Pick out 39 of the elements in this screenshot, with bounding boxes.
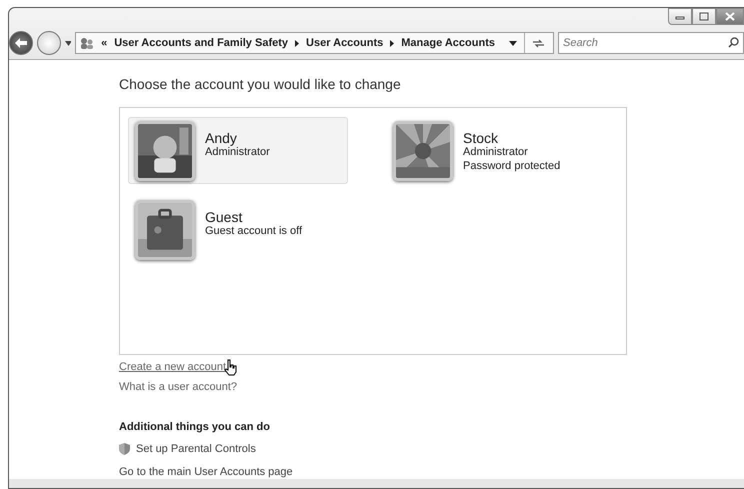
minimize-icon xyxy=(675,14,685,20)
task-link[interactable]: Set up Parental Controls xyxy=(136,441,256,458)
account-detail: Administrator xyxy=(463,146,529,160)
search-icon xyxy=(728,37,739,48)
section-title: Additional things you can do xyxy=(119,420,270,434)
maximize-button[interactable] xyxy=(692,8,716,25)
link[interactable]: What is a user account? xyxy=(119,379,238,396)
chevron-icon xyxy=(295,40,300,46)
account-name: Andy xyxy=(205,131,238,146)
back-button[interactable] xyxy=(9,31,33,55)
account-tile[interactable]: Andy Administrator xyxy=(128,117,348,184)
dropdown-arrow-icon[interactable] xyxy=(65,40,72,46)
address-bar[interactable]: « User Accounts and Family Safety User Accounts Manage Accounts xyxy=(75,32,554,54)
breadcrumb[interactable]: User Accounts and Family Safety xyxy=(114,34,288,52)
account-name: Guest xyxy=(205,210,244,226)
forward-button[interactable] xyxy=(37,31,61,55)
account-tile[interactable]: Stock Administrator Password protected xyxy=(386,117,606,184)
dropdown-arrow-icon[interactable] xyxy=(508,40,517,46)
breadcrumb[interactable]: Manage Accounts xyxy=(401,34,495,52)
chevron-icon xyxy=(390,40,394,46)
users-icon xyxy=(80,36,94,50)
minimize-button[interactable] xyxy=(668,8,692,25)
back-arrow-icon xyxy=(14,37,28,49)
overflow-chevrons[interactable]: « xyxy=(101,34,108,52)
close-icon xyxy=(725,12,735,21)
breadcrumb[interactable]: User Accounts xyxy=(306,34,384,52)
shield-icon xyxy=(119,443,130,456)
account-detail: Administrator xyxy=(205,146,270,160)
account-name: Stock xyxy=(463,131,500,146)
account-detail: Guest account is off xyxy=(205,225,302,239)
account-tile[interactable]: Guest Guest account is off xyxy=(128,196,348,263)
link[interactable]: Create a new account xyxy=(119,359,226,376)
search-field[interactable]: Search xyxy=(558,32,744,54)
close-button[interactable] xyxy=(716,8,744,25)
account-detail: Password protected xyxy=(463,160,560,173)
heading: Choose the account you would like to change xyxy=(119,75,402,94)
hand-cursor-icon xyxy=(224,359,238,376)
maximize-icon xyxy=(699,12,709,21)
task-link[interactable]: Go to the main User Accounts page xyxy=(119,464,293,480)
